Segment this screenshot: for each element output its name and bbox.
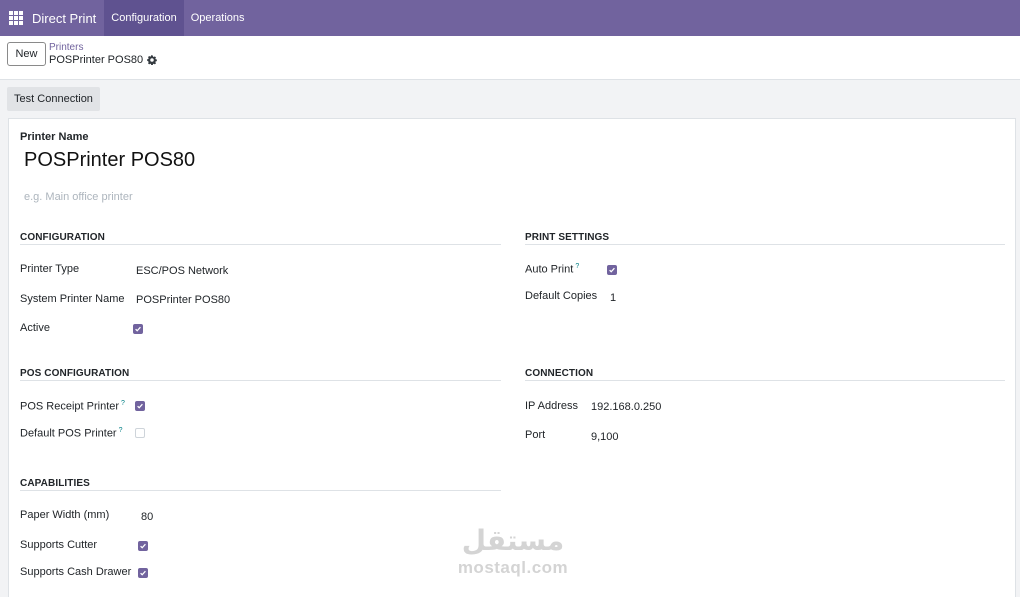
paper-width-field[interactable]: 80 [141, 511, 153, 523]
default-copies-field[interactable]: 1 [610, 292, 616, 304]
auto-print-checkbox[interactable] [607, 265, 617, 275]
port-label: Port [525, 429, 546, 441]
default-pos-printer-label-text: Default POS Printer [20, 427, 117, 440]
supports-cash-drawer-label: Supports Cash Drawer [20, 566, 132, 578]
supports-cutter-checkbox[interactable] [138, 541, 148, 551]
default-copies-label: Default Copies [525, 290, 598, 302]
printer-type-label: Printer Type [20, 263, 80, 275]
breadcrumb-current-label: POSPrinter POS80 [49, 54, 144, 66]
gear-icon[interactable] [147, 55, 158, 65]
pos-receipt-printer-label-text: POS Receipt Printer [20, 400, 120, 413]
description-field[interactable]: e.g. Main office printer [24, 191, 133, 203]
configuration-separator [20, 244, 501, 245]
pos-configuration-separator [20, 380, 501, 381]
new-button[interactable]: New [7, 42, 46, 66]
connection-separator [525, 380, 1005, 381]
section-configuration: CONFIGURATION [20, 232, 105, 243]
auto-print-label: Auto Print? [525, 263, 579, 276]
ip-address-field[interactable]: 192.168.0.250 [591, 401, 661, 413]
active-checkbox[interactable] [133, 324, 143, 334]
watermark: مستقل mostaql.com [448, 524, 578, 586]
breadcrumb-current: POSPrinter POS80 [49, 54, 158, 66]
print-settings-separator [525, 244, 1005, 245]
pos-receipt-printer-help-icon[interactable]: ? [121, 400, 125, 407]
default-pos-printer-label: Default POS Printer? [20, 427, 123, 440]
section-connection: CONNECTION [525, 368, 594, 379]
apps-grid-icon[interactable] [2, 0, 30, 36]
ip-address-label: IP Address [525, 400, 578, 412]
watermark-arabic: مستقل [461, 524, 565, 557]
default-pos-printer-checkbox[interactable] [135, 428, 145, 438]
pos-receipt-printer-checkbox[interactable] [135, 401, 145, 411]
app-brand[interactable]: Direct Print [30, 11, 104, 26]
control-panel: New Printers POSPrinter POS80 [0, 36, 1020, 80]
printer-name-label: Printer Name [20, 131, 89, 143]
pos-receipt-printer-label: POS Receipt Printer? [20, 400, 125, 413]
test-connection-button[interactable]: Test Connection [7, 87, 100, 111]
capabilities-separator [20, 490, 501, 491]
section-pos-configuration: POS CONFIGURATION [20, 368, 130, 379]
printer-type-select[interactable]: ESC/POS Network [136, 265, 228, 277]
system-printer-name-label: System Printer Name [20, 293, 125, 305]
top-navbar: Direct Print Configuration Operations [0, 0, 1020, 36]
supports-cutter-label: Supports Cutter [20, 539, 98, 551]
system-printer-name-field[interactable]: POSPrinter POS80 [136, 294, 230, 306]
auto-print-label-text: Auto Print [525, 263, 574, 276]
menu-configuration[interactable]: Configuration [104, 0, 184, 36]
supports-cash-drawer-checkbox[interactable] [138, 568, 148, 578]
section-print-settings: PRINT SETTINGS [525, 232, 610, 243]
default-pos-printer-help-icon[interactable]: ? [119, 427, 123, 434]
auto-print-help-icon[interactable]: ? [575, 263, 579, 270]
watermark-latin: mostaql.com [457, 558, 569, 577]
printer-name-field[interactable]: POSPrinter POS80 [24, 149, 195, 172]
port-field[interactable]: 9,100 [591, 431, 619, 443]
menu-operations[interactable]: Operations [184, 0, 252, 36]
paper-width-label: Paper Width (mm) [20, 509, 110, 521]
section-capabilities: CAPABILITIES [20, 478, 90, 489]
active-label: Active [20, 322, 50, 334]
breadcrumb-printers[interactable]: Printers [49, 42, 83, 53]
